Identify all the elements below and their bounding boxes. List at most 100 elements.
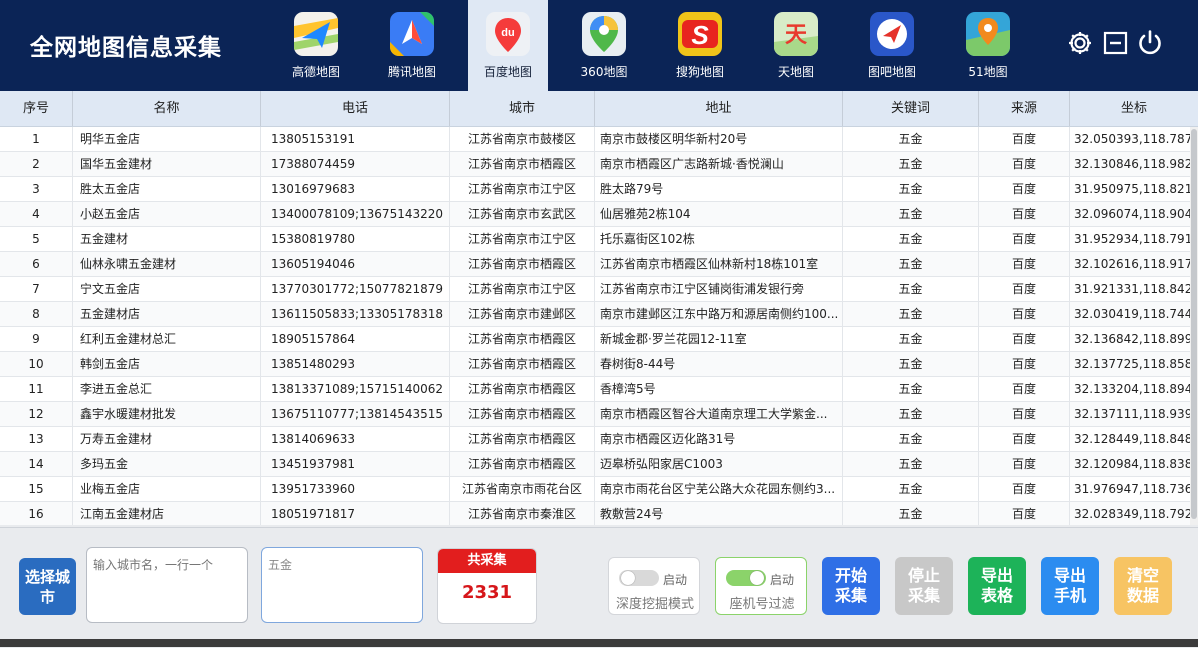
phone-cell: 13951733960: [261, 477, 450, 501]
count-value: 2331: [461, 582, 513, 603]
row-index-cell: 13: [0, 427, 73, 451]
phone-cell: 13451937981: [261, 452, 450, 476]
count-label: 共采集: [438, 549, 536, 573]
city-cell: 江苏省南京市江宁区: [450, 227, 595, 251]
table-row[interactable]: 8 五金建材店 13611505833;13305178318 江苏省南京市建邺区 南京…: [0, 302, 1198, 327]
column-header[interactable]: 名称: [73, 91, 261, 126]
start-collect-button[interactable]: 开始采集: [822, 557, 880, 615]
city-cell: 江苏省南京市建邺区: [450, 302, 595, 326]
table-row[interactable]: 1 明华五金店 13805153191 江苏省南京市鼓楼区 南京市鼓楼区明华新村20号五…: [0, 127, 1198, 152]
phone-cell: 13675110777;13814543515: [261, 402, 450, 426]
shop-name-cell: 国华五金建材: [73, 152, 261, 176]
tianditu-map-icon: 天: [774, 12, 818, 56]
table-row[interactable]: 11 李进五金总汇 13813371089;15715140062 江苏省南京市栖霞区…: [0, 377, 1198, 402]
keyword-cell: 五金: [843, 377, 979, 401]
app-title: 全网地图信息采集: [30, 34, 222, 61]
export-phone-button[interactable]: 导出手机: [1041, 557, 1099, 615]
address-cell: 香樟湾5号: [595, 377, 843, 401]
phone-cell: 13814069633: [261, 427, 450, 451]
coordinates-cell: 32.128449,118.84885: [1074, 432, 1198, 446]
table-row[interactable]: 4 小赵五金店 13400078109;13675143220 江苏省南京市玄武区 仙居…: [0, 202, 1198, 227]
keyword-cell: 五金: [843, 502, 979, 525]
select-city-button[interactable]: 选择城市: [19, 558, 76, 615]
keyword-cell: 五金: [843, 202, 979, 226]
address-cell: 教敷营24号: [595, 502, 843, 525]
column-header[interactable]: 地址: [595, 91, 843, 126]
table-row[interactable]: 14 多玛五金 13451937981 江苏省南京市栖霞区 迈皋桥弘阳家居C1003 五金…: [0, 452, 1198, 477]
data-table-body: 1 明华五金店 13805153191 江苏省南京市鼓楼区 南京市鼓楼区明华新村20号五…: [0, 127, 1198, 525]
power-icon[interactable]: [1136, 29, 1164, 57]
source-cell: 百度: [979, 477, 1070, 501]
keyword-cell: 五金: [843, 227, 979, 251]
table-row[interactable]: 6 仙林永啸五金建材 13605194046 江苏省南京市栖霞区 江苏省南京市栖霞区仙林…: [0, 252, 1198, 277]
column-header[interactable]: 城市: [450, 91, 595, 126]
source-cell: 百度: [979, 427, 1070, 451]
column-header[interactable]: 来源: [979, 91, 1070, 126]
source-cell: 百度: [979, 277, 1070, 301]
clear-data-button[interactable]: 清空数据: [1114, 557, 1172, 615]
phone-cell: 18051971817: [261, 502, 450, 525]
keyword-input[interactable]: 五金: [261, 547, 423, 623]
table-row[interactable]: 13 万寿五金建材 13814069633 江苏省南京市栖霞区 南京市栖霞区迈化路31号…: [0, 427, 1198, 452]
phone-cell: 18905157864: [261, 327, 450, 351]
coordinates-cell: 32.137111,118.93956: [1074, 407, 1198, 421]
stop-collect-button[interactable]: 停止采集: [895, 557, 953, 615]
shop-name-cell: 五金建材店: [73, 302, 261, 326]
tab-sogou-map[interactable]: S 搜狗地图: [660, 0, 740, 91]
keyword-cell: 五金: [843, 127, 979, 151]
row-index-cell: 4: [0, 202, 73, 226]
city-cell: 江苏省南京市栖霞区: [450, 152, 595, 176]
source-cell: 百度: [979, 177, 1070, 201]
export-table-button[interactable]: 导出表格: [968, 557, 1026, 615]
table-row[interactable]: 15 业梅五金店 13951733960 江苏省南京市雨花台区 南京市雨花台区宁芜公路大…: [0, 477, 1198, 502]
row-index-cell: 1: [0, 127, 73, 151]
address-cell: 胜太路79号: [595, 177, 843, 201]
tab-label: 天地图: [777, 65, 814, 79]
table-row[interactable]: 16 江南五金建材店 18051971817 江苏省南京市秦淮区 教敷营24号 五金 百度 3…: [0, 502, 1198, 525]
table-row[interactable]: 12 鑫宇水暖建材批发 13675110777;13814543515 江苏省南京市栖…: [0, 402, 1198, 427]
table-row[interactable]: 9 红利五金建材总汇 18905157864 江苏省南京市栖霞区 新城金郡·罗兰花园12…: [0, 327, 1198, 352]
source-cell: 百度: [979, 327, 1070, 351]
minimize-icon[interactable]: [1102, 29, 1130, 57]
column-header[interactable]: 电话: [261, 91, 450, 126]
tab-tianditu-map[interactable]: 天 天地图: [756, 0, 836, 91]
source-cell: 百度: [979, 377, 1070, 401]
shop-name-cell: 宁文五金店: [73, 277, 261, 301]
column-header[interactable]: 序号: [0, 91, 73, 126]
tab-label: 腾讯地图: [387, 65, 436, 79]
phone-cell: 13805153191: [261, 127, 450, 151]
keyword-cell: 五金: [843, 402, 979, 426]
tab-tencent-map[interactable]: 腾讯地图: [372, 0, 452, 91]
city-cell: 江苏省南京市雨花台区: [450, 477, 595, 501]
table-row[interactable]: 3 胜太五金店 13016979683 江苏省南京市江宁区 胜太路79号 五金 百度 31.9…: [0, 177, 1198, 202]
address-cell: 南京市栖霞区智谷大道南京理工大学紫金...: [595, 402, 843, 426]
tab-baidu-map[interactable]: du 百度地图: [468, 0, 548, 91]
table-row[interactable]: 2 国华五金建材 17388074459 江苏省南京市栖霞区 南京市栖霞区广志路新城·香…: [0, 152, 1198, 177]
column-header[interactable]: 关键词: [843, 91, 979, 126]
tab-gaode-map[interactable]: 高德地图: [276, 0, 356, 91]
vertical-scrollbar[interactable]: [1190, 127, 1198, 525]
gear-icon[interactable]: [1066, 29, 1094, 57]
tab-tuba-map[interactable]: 图吧地图: [852, 0, 932, 91]
table-row[interactable]: 10 韩剑五金店 13851480293 江苏省南京市栖霞区 春树街8-44号 五金 百度 3…: [0, 352, 1198, 377]
landline-filter-toggle[interactable]: 启动 座机号过滤: [715, 557, 807, 615]
scrollbar-thumb[interactable]: [1191, 129, 1197, 519]
city-input[interactable]: [86, 547, 248, 623]
tab-label: 高德地图: [291, 65, 340, 79]
tab-360-map[interactable]: 360地图: [564, 0, 644, 91]
toggle-label: 深度挖掘模式: [615, 597, 694, 612]
table-row[interactable]: 5 五金建材 15380819780 江苏省南京市江宁区 托乐嘉街区102栋 五金 百度 31…: [0, 227, 1198, 252]
table-row[interactable]: 7 宁文五金店 13770301772;15077821879 江苏省南京市江宁区 江苏…: [0, 277, 1198, 302]
baidu-map-icon: du: [486, 12, 530, 56]
source-cell: 百度: [979, 352, 1070, 376]
city-cell: 江苏省南京市栖霞区: [450, 352, 595, 376]
shop-name-cell: 万寿五金建材: [73, 427, 261, 451]
phone-cell: 13605194046: [261, 252, 450, 276]
toggle-label: 座机号过滤: [729, 597, 795, 612]
column-header[interactable]: 坐标: [1070, 91, 1198, 126]
city-cell: 江苏省南京市鼓楼区: [450, 127, 595, 151]
keyword-cell: 五金: [843, 152, 979, 176]
tab-51-map[interactable]: 51地图: [948, 0, 1028, 91]
shop-name-cell: 小赵五金店: [73, 202, 261, 226]
deep-mode-toggle[interactable]: 启动 深度挖掘模式: [608, 557, 700, 615]
